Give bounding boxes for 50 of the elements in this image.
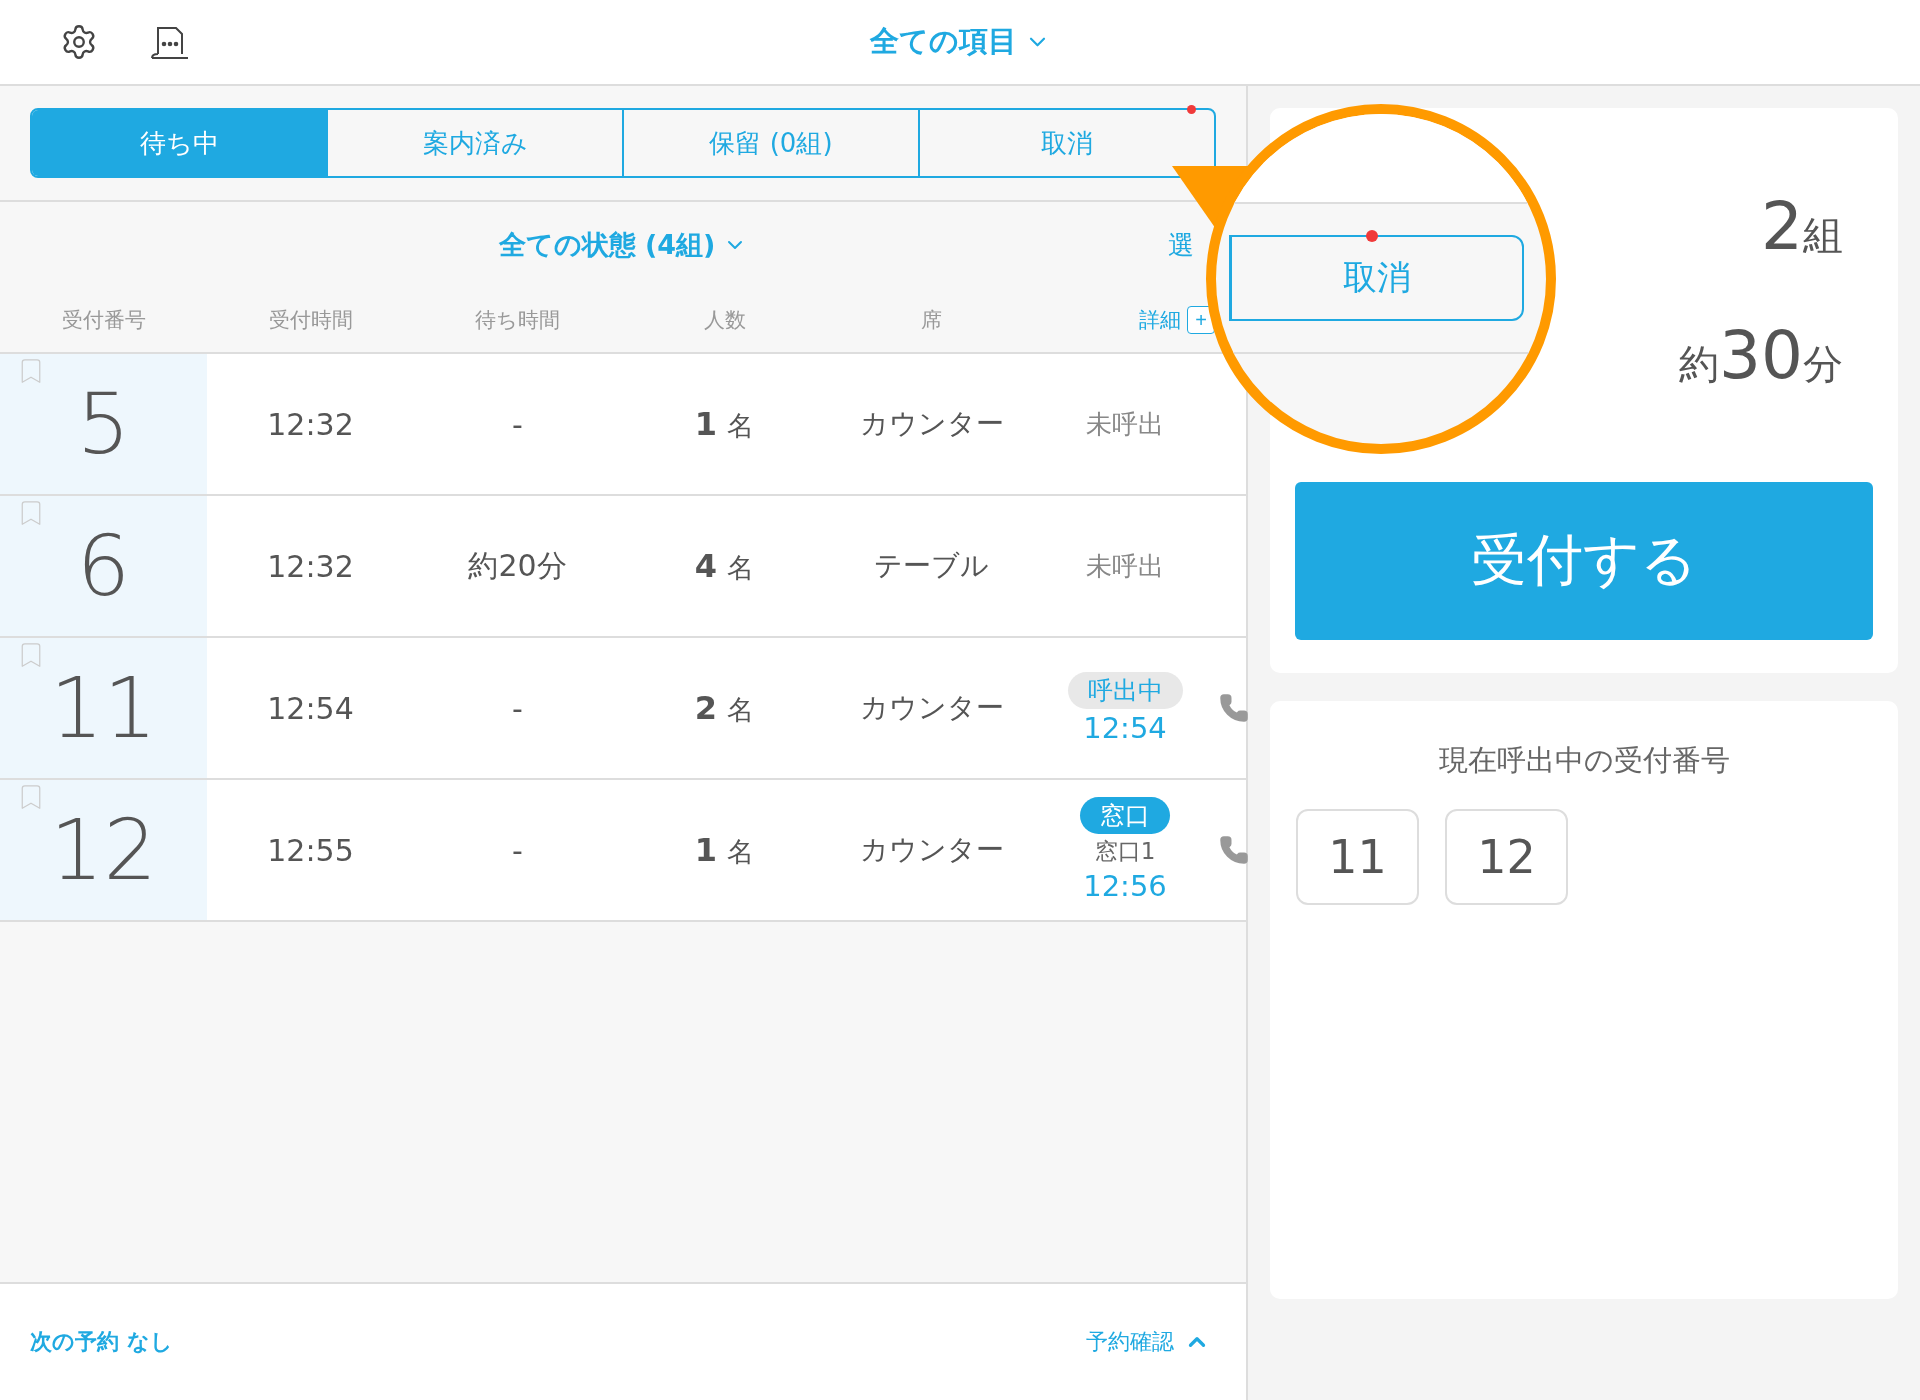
table-cell-text: カウンター: [858, 832, 1005, 868]
calling-title: 現在呼出中の受付番号: [1438, 742, 1730, 779]
phone-icon[interactable]: [1219, 693, 1249, 723]
table-cell-text: 12:32: [266, 406, 355, 442]
ticket-number: 11: [50, 659, 157, 757]
tab[interactable]: 保留 (0組): [622, 110, 918, 176]
table-cell-text: 12:55: [266, 832, 355, 868]
table-cell-text: カウンター: [858, 690, 1005, 726]
column-header: 受付時間: [267, 307, 354, 334]
phone-icon[interactable]: [1219, 835, 1249, 865]
status-text: 未呼出: [1086, 407, 1164, 441]
table-cell-text: -: [511, 406, 524, 442]
table-cell-text: -: [511, 690, 524, 726]
tab[interactable]: 待ち中: [32, 110, 326, 176]
window-label: 窓口1: [1094, 837, 1156, 866]
calling-number: 11: [1296, 809, 1419, 905]
party-size: 4 名: [693, 546, 756, 586]
party-size: 2 名: [693, 688, 756, 728]
column-header: 人数: [702, 307, 747, 334]
column-header: 受付番号: [60, 307, 147, 334]
wait-estimate: 約30分: [1679, 317, 1844, 394]
call-time: 12:56: [1083, 869, 1167, 903]
reservation-confirm-link[interactable]: 予約確認: [1080, 1326, 1216, 1358]
ticket-number: 12: [50, 801, 157, 899]
group-count: 2組: [1761, 188, 1844, 265]
next-reservation-text: 次の予約 なし: [30, 1328, 173, 1356]
status-badge: 窓口: [1080, 797, 1170, 834]
ticket-number: 5: [76, 375, 131, 473]
column-header: 席: [920, 307, 943, 334]
party-size: 1 名: [693, 830, 756, 870]
status-badge: 呼出中: [1067, 671, 1183, 709]
call-time: 12:54: [1083, 710, 1167, 745]
table-cell-text: -: [511, 832, 524, 868]
cancel-tab-zoomed[interactable]: 取消: [1229, 235, 1524, 321]
select-link[interactable]: 選: [1168, 227, 1194, 263]
party-size: 1 名: [693, 404, 756, 444]
ticket-number: 6: [76, 517, 131, 615]
table-cell-text: カウンター: [858, 406, 1005, 442]
tab[interactable]: 案内済み: [326, 110, 622, 176]
accept-button[interactable]: 受付する: [1295, 482, 1873, 640]
column-header: 待ち時間: [474, 307, 561, 334]
table-cell-text: テーブル: [873, 548, 990, 584]
status-text: 未呼出: [1086, 549, 1164, 583]
table-cell-text: 12:32: [266, 548, 355, 584]
table-cell-text: 約20分: [467, 546, 568, 585]
table-cell-text: 12:54: [266, 690, 355, 726]
status-filter-dropdown[interactable]: 全ての状態 (4組): [492, 226, 754, 264]
detail-link[interactable]: 詳細: [1139, 306, 1181, 334]
calling-number: 12: [1445, 809, 1568, 905]
category-dropdown[interactable]: 全ての項目: [865, 18, 1055, 66]
